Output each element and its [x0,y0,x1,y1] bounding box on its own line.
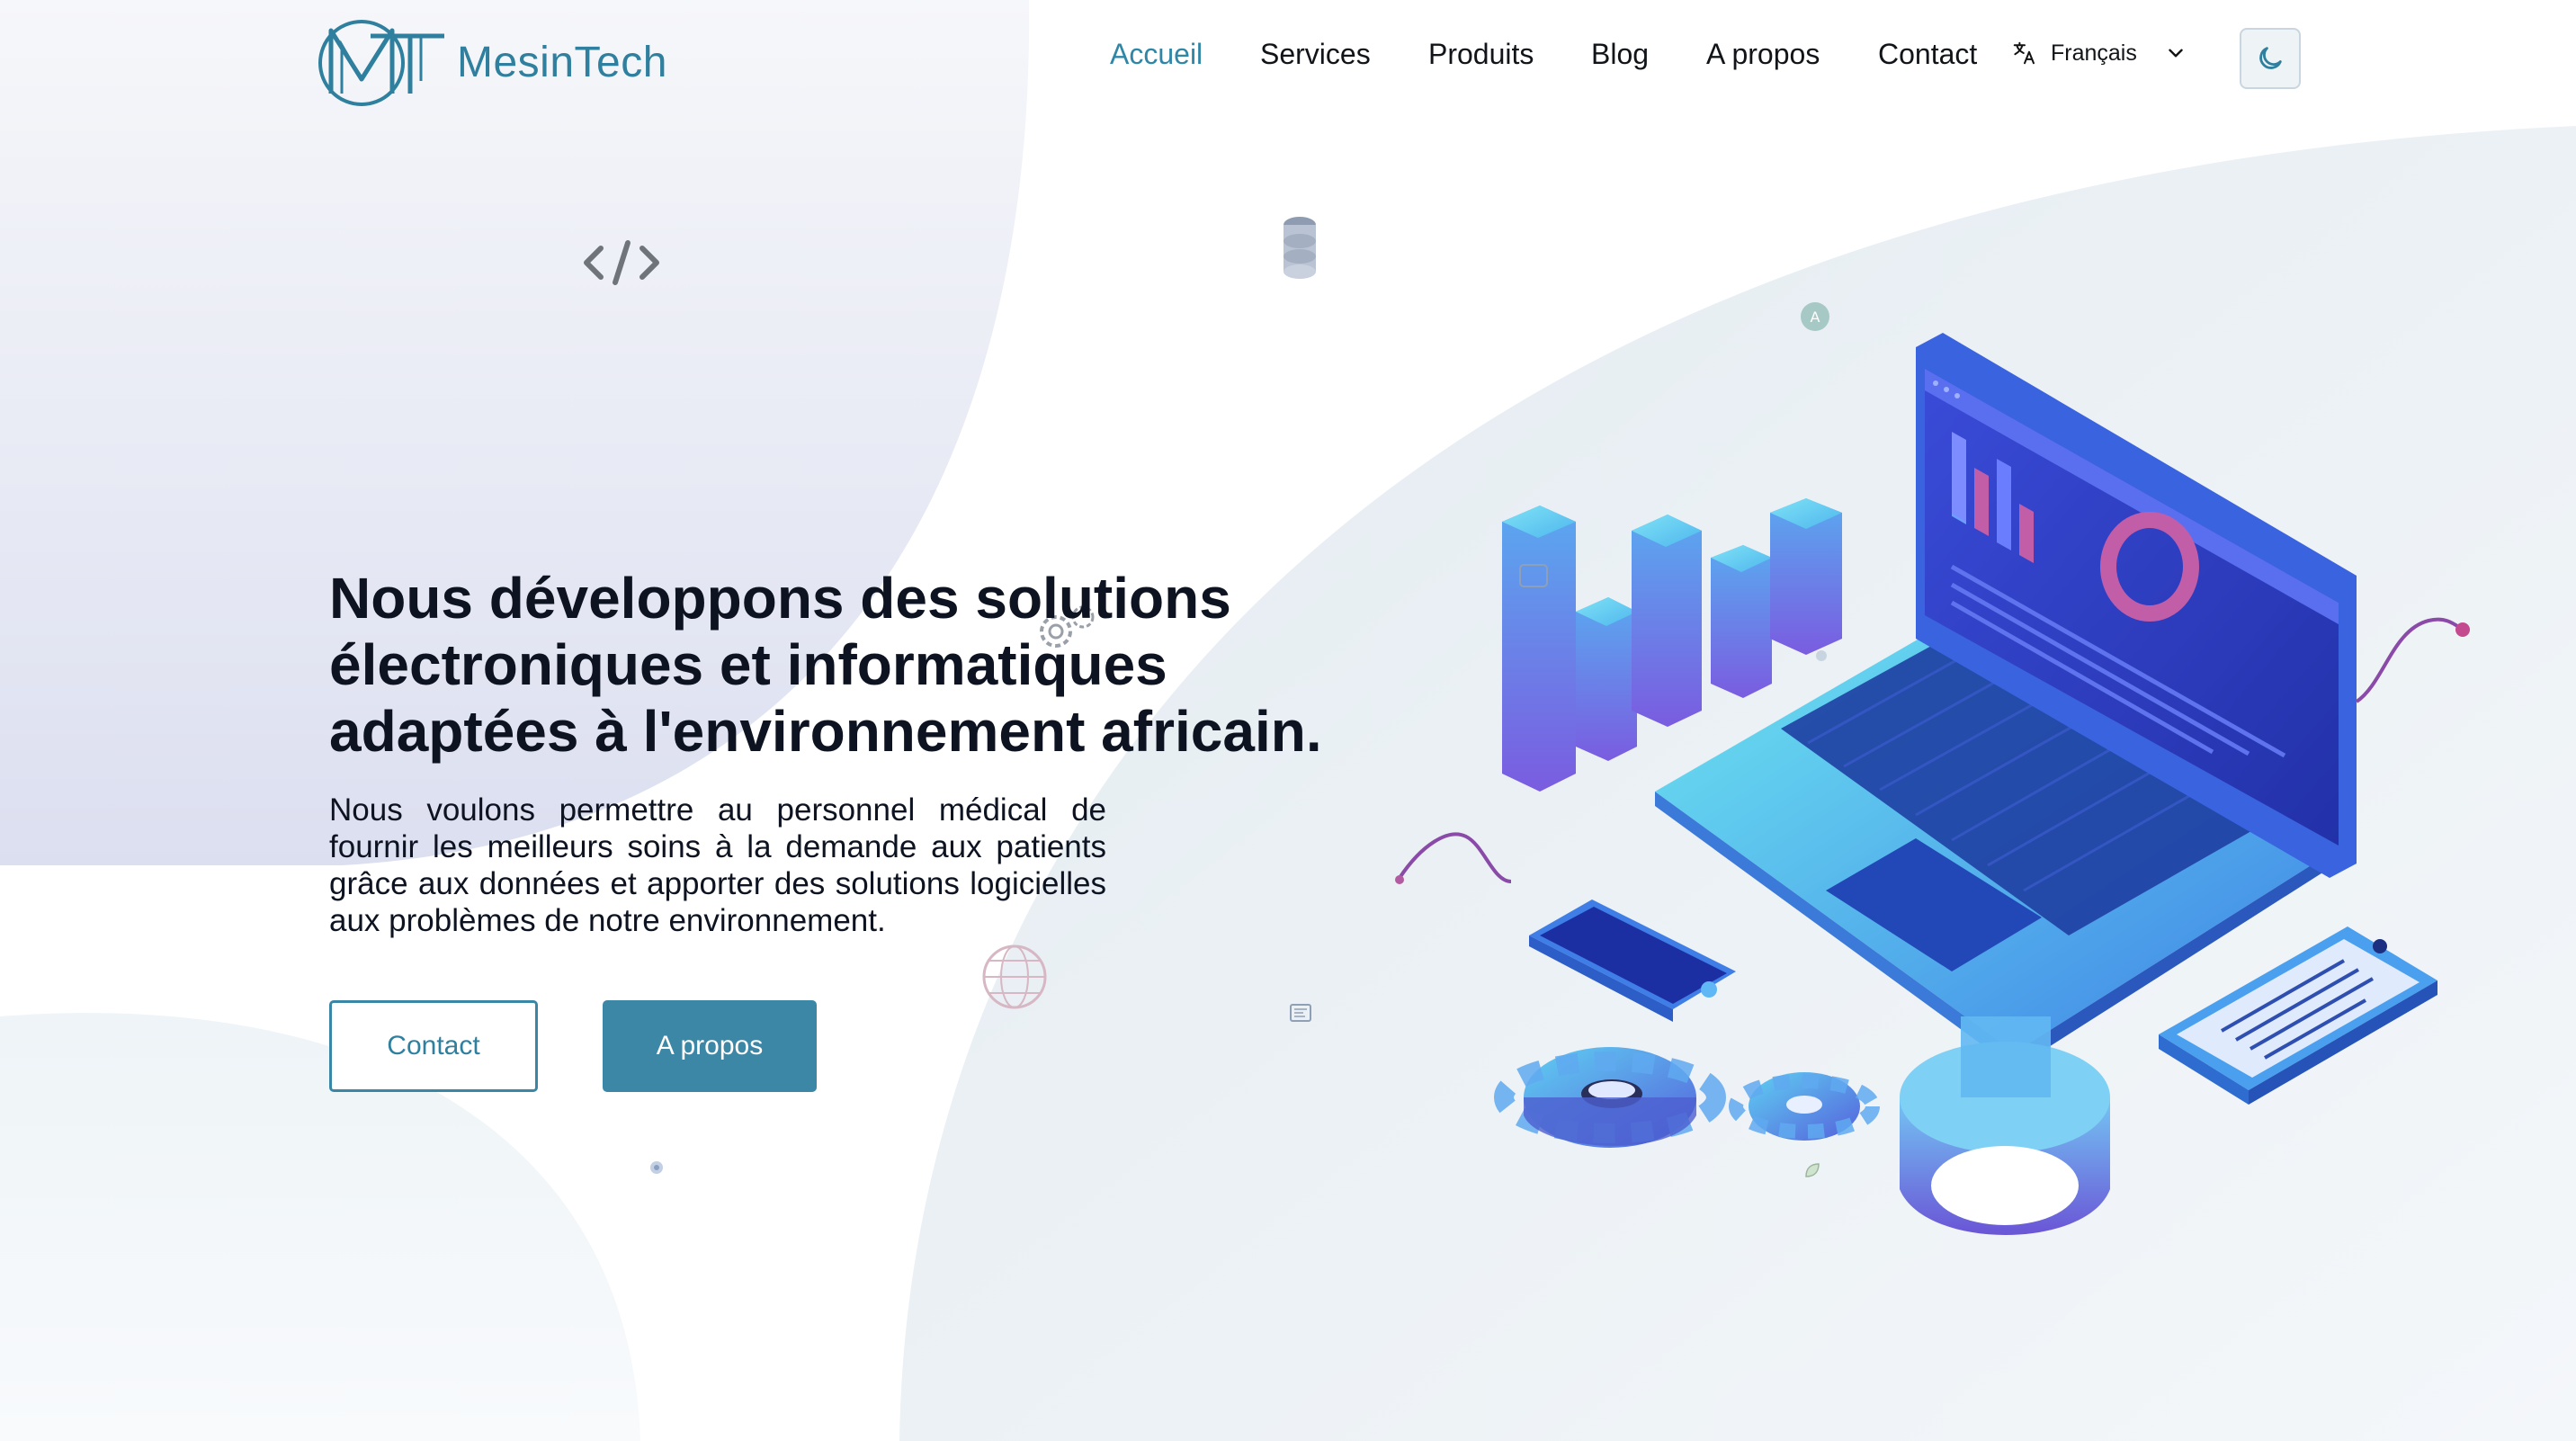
chevron-down-icon [2169,49,2183,58]
contact-button[interactable]: Contact [329,1000,538,1092]
nav-item-a-propos[interactable]: A propos [1706,38,1820,71]
nav-item-contact[interactable]: Contact [1878,38,1977,71]
nav-item-produits[interactable]: Produits [1428,38,1534,71]
code-icon [584,240,659,285]
globe-icon [982,944,1047,1009]
chip-icon [1290,1004,1311,1022]
translate-icon [2013,41,2035,65]
brand-name: MesinTech [457,38,667,86]
site-header: MesinTech Accueil Services Produits Blog… [0,0,2576,121]
nav-item-blog[interactable]: Blog [1591,38,1649,71]
nav-item-services[interactable]: Services [1260,38,1371,71]
brand-logo[interactable]: MesinTech [315,9,667,115]
about-button[interactable]: A propos [603,1000,817,1092]
logo-mark-icon [318,20,444,106]
moon-icon [2259,47,2282,69]
language-selector[interactable]: Français [2011,40,2187,67]
database-icon [1284,217,1316,279]
gears [1494,1047,1880,1148]
dot-icon [650,1161,663,1174]
hero-title: Nous développons des solutions électroni… [329,566,1322,764]
laptop-illustration [1395,333,2470,1235]
hero-description: Nous voulons permettre au personnel médi… [329,792,1106,938]
nav-item-accueil[interactable]: Accueil [1110,38,1203,71]
language-label: Français [2051,40,2137,66]
theme-toggle-button[interactable] [2240,28,2301,89]
